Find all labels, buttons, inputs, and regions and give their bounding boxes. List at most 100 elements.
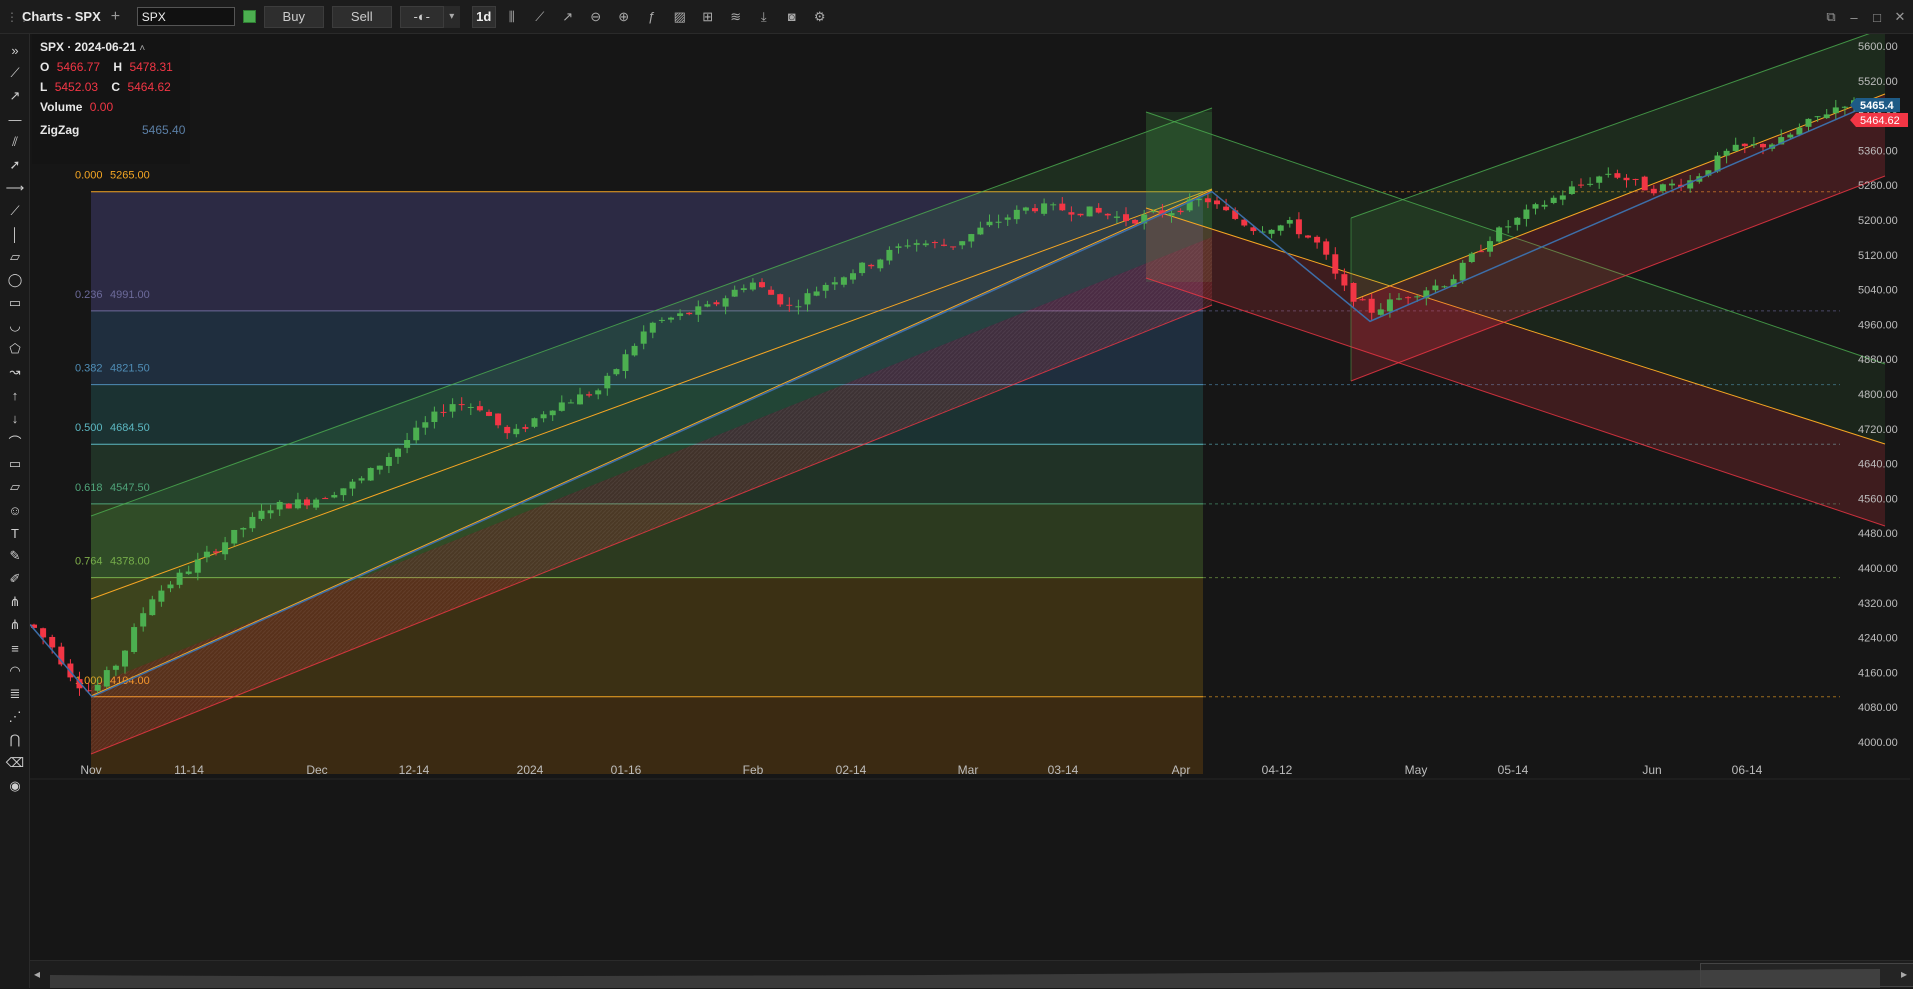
parallel-channel-icon[interactable]: ⫽ bbox=[0, 132, 30, 152]
candle[interactable] bbox=[1641, 176, 1648, 191]
candle[interactable] bbox=[668, 317, 674, 320]
horizontal-line-icon[interactable]: — bbox=[0, 109, 30, 129]
vertical-line-icon[interactable]: │ bbox=[0, 224, 30, 244]
chevron-down-icon[interactable]: ▾ bbox=[443, 5, 460, 28]
candle[interactable] bbox=[613, 369, 620, 375]
candle[interactable] bbox=[1568, 186, 1575, 194]
fib-arc-icon[interactable]: ◠ bbox=[0, 661, 30, 681]
candle[interactable] bbox=[486, 411, 492, 416]
candle[interactable] bbox=[94, 684, 101, 691]
candle[interactable] bbox=[877, 259, 884, 269]
candle[interactable] bbox=[722, 298, 729, 307]
candle[interactable] bbox=[995, 221, 1002, 223]
zoom-in-icon[interactable]: ⊕ bbox=[612, 6, 636, 28]
candle[interactable] bbox=[1223, 206, 1230, 211]
arc-icon[interactable]: ◡ bbox=[0, 316, 30, 336]
fib-retracement-icon[interactable]: ≡ bbox=[0, 638, 30, 658]
candle[interactable] bbox=[1132, 219, 1139, 224]
buy-button[interactable]: Buy bbox=[263, 5, 324, 28]
candle[interactable] bbox=[522, 427, 529, 429]
candle[interactable] bbox=[586, 394, 593, 396]
candle[interactable] bbox=[249, 516, 256, 529]
candle[interactable] bbox=[395, 448, 401, 457]
candle[interactable] bbox=[458, 404, 465, 406]
candle[interactable] bbox=[1523, 209, 1530, 219]
candle[interactable] bbox=[1623, 177, 1630, 181]
candle[interactable] bbox=[604, 375, 611, 389]
candle[interactable] bbox=[731, 289, 738, 297]
candle[interactable] bbox=[1732, 144, 1739, 151]
candle[interactable] bbox=[777, 294, 784, 305]
brush-icon[interactable]: ✎ bbox=[0, 546, 30, 566]
candle[interactable] bbox=[577, 394, 583, 405]
candle[interactable] bbox=[476, 406, 483, 411]
candle[interactable] bbox=[1432, 285, 1439, 291]
candle[interactable] bbox=[1022, 207, 1029, 211]
candle[interactable] bbox=[677, 313, 684, 316]
schiff-pitchfork-icon[interactable]: ⋔ bbox=[0, 615, 30, 635]
magnet-icon[interactable]: ⋂ bbox=[0, 730, 30, 750]
candle[interactable] bbox=[622, 354, 629, 371]
candle[interactable] bbox=[822, 284, 829, 291]
emoji-icon[interactable]: ☺ bbox=[0, 500, 30, 520]
candle[interactable] bbox=[1204, 198, 1211, 203]
draw-line-icon[interactable]: ⟋ bbox=[528, 6, 552, 28]
candle[interactable] bbox=[1459, 262, 1466, 281]
candle[interactable] bbox=[904, 245, 911, 247]
candle[interactable] bbox=[840, 277, 847, 285]
candle[interactable] bbox=[1095, 207, 1102, 213]
candle[interactable] bbox=[240, 527, 247, 530]
candle[interactable] bbox=[222, 542, 229, 555]
layout-icon[interactable]: ⊞ bbox=[696, 6, 720, 28]
candle[interactable] bbox=[1113, 216, 1120, 218]
sell-button[interactable]: Sell bbox=[331, 5, 392, 28]
candle[interactable] bbox=[404, 440, 411, 448]
candle[interactable] bbox=[440, 411, 447, 413]
candle[interactable] bbox=[1004, 217, 1011, 220]
candle[interactable] bbox=[1305, 235, 1311, 238]
legend-header[interactable]: SPX · 2024-06-21 bbox=[40, 40, 136, 54]
scroll-thumb[interactable] bbox=[1700, 963, 1913, 987]
text-icon[interactable]: T bbox=[0, 523, 30, 543]
chevrons-right-icon[interactable]: » bbox=[0, 40, 30, 60]
rectangle-icon[interactable]: ▭ bbox=[0, 293, 30, 313]
candle[interactable] bbox=[1614, 173, 1621, 178]
candle[interactable] bbox=[531, 418, 538, 427]
time-scrollbar[interactable]: ◂ ▸ bbox=[30, 960, 1913, 988]
indicator-label[interactable]: ZigZag bbox=[40, 123, 79, 137]
candle[interactable] bbox=[358, 478, 365, 481]
candle[interactable] bbox=[267, 510, 274, 514]
candle[interactable] bbox=[1605, 173, 1612, 175]
candle[interactable] bbox=[431, 411, 438, 423]
candle[interactable] bbox=[868, 264, 875, 267]
candle[interactable] bbox=[185, 571, 192, 574]
candle[interactable] bbox=[931, 242, 938, 244]
candle[interactable] bbox=[986, 221, 993, 226]
candle[interactable] bbox=[895, 246, 902, 248]
candle[interactable] bbox=[1368, 298, 1375, 313]
candle[interactable] bbox=[40, 628, 47, 638]
pitchfork-icon[interactable]: ⋔ bbox=[0, 592, 30, 612]
candle[interactable] bbox=[413, 427, 420, 441]
candle[interactable] bbox=[1760, 144, 1766, 148]
candle[interactable] bbox=[1396, 298, 1402, 300]
add-chart-icon[interactable]: + bbox=[111, 8, 127, 26]
candle[interactable] bbox=[231, 529, 238, 544]
candle[interactable] bbox=[176, 572, 183, 585]
candle[interactable] bbox=[759, 282, 765, 288]
candle[interactable] bbox=[1823, 114, 1830, 119]
candle[interactable] bbox=[1723, 150, 1730, 156]
candle[interactable] bbox=[285, 503, 292, 509]
candle[interactable] bbox=[349, 481, 356, 489]
candle[interactable] bbox=[294, 499, 301, 509]
symbol-input[interactable] bbox=[136, 7, 235, 26]
candle[interactable] bbox=[304, 499, 310, 506]
candle[interactable] bbox=[968, 234, 975, 242]
candle[interactable] bbox=[686, 312, 693, 315]
candle[interactable] bbox=[194, 559, 201, 573]
candle[interactable] bbox=[1032, 208, 1038, 212]
candle[interactable] bbox=[1541, 204, 1548, 207]
candle[interactable] bbox=[131, 627, 138, 652]
highlighter-icon[interactable]: ✐ bbox=[0, 569, 30, 589]
symbol-color-swatch[interactable] bbox=[242, 10, 256, 23]
